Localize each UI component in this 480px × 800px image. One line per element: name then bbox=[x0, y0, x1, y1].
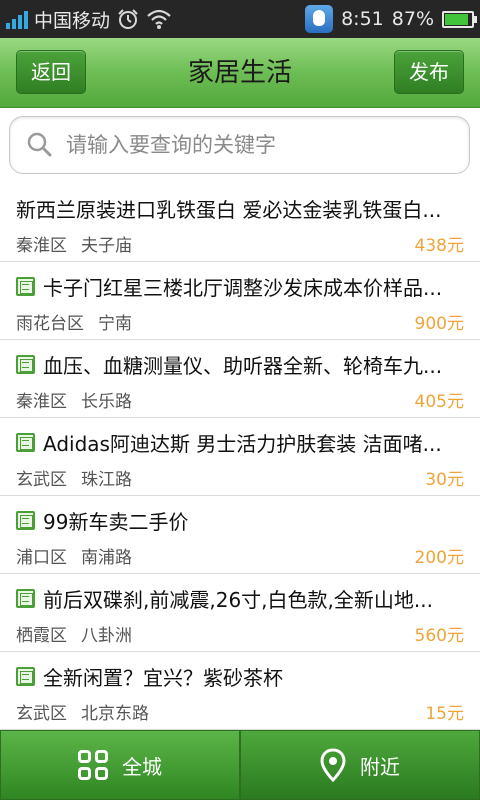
item-title-row: 全新闲置？宜兴？紫砂茶杯 bbox=[16, 662, 468, 690]
search-section bbox=[0, 108, 480, 184]
item-title-row: Adidas阿迪达斯 男士活力护肤套装 洁面啫... bbox=[16, 428, 468, 456]
item-title: 前后双碟刹,前减震,26寸,白色款,全新山地... bbox=[43, 587, 433, 612]
item-title: 全新闲置？宜兴？紫砂茶杯 bbox=[43, 665, 283, 690]
item-location: 浦口区 南浦路 bbox=[16, 543, 132, 568]
tab-all-city-label: 全城 bbox=[122, 754, 162, 779]
item-area: 珠江路 bbox=[81, 470, 132, 490]
battery-fill bbox=[445, 13, 468, 25]
listing-list: 新西兰原装进口乳铁蛋白 爱必达金装乳铁蛋白... 秦淮区 夫子庙 438元 卡子门… bbox=[0, 184, 480, 730]
item-title: Adidas阿迪达斯 男士活力护肤套装 洁面啫... bbox=[43, 431, 442, 456]
item-district: 秦淮区 bbox=[16, 236, 67, 256]
item-location: 栖霞区 八卦洲 bbox=[16, 621, 132, 646]
qq-icon bbox=[305, 5, 334, 33]
item-district: 雨花台区 bbox=[16, 314, 84, 334]
item-title: 新西兰原装进口乳铁蛋白 爱必达金装乳铁蛋白... bbox=[16, 197, 442, 222]
tab-nearby[interactable]: 附近 bbox=[240, 730, 480, 800]
item-price: 560元 bbox=[414, 626, 464, 646]
status-left: 中国移动 bbox=[6, 0, 172, 38]
location-pin-icon bbox=[320, 748, 346, 782]
item-title-row: 新西兰原装进口乳铁蛋白 爱必达金装乳铁蛋白... bbox=[16, 194, 468, 222]
status-right: 8:51 87% bbox=[305, 0, 477, 38]
list-item[interactable]: 新西兰原装进口乳铁蛋白 爱必达金装乳铁蛋白... 秦淮区 夫子庙 438元 bbox=[0, 184, 480, 262]
item-title: 血压、血糖测量仪、助听器全新、轮椅车九... bbox=[43, 353, 443, 378]
item-area: 八卦洲 bbox=[81, 626, 132, 646]
item-price: 15元 bbox=[425, 704, 464, 724]
item-district: 秦淮区 bbox=[16, 392, 67, 412]
bottom-tab-bar: 全城 附近 bbox=[0, 730, 480, 800]
tab-all-city[interactable]: 全城 bbox=[0, 730, 240, 800]
tab-nearby-label: 附近 bbox=[360, 754, 400, 779]
alarm-icon bbox=[118, 9, 138, 29]
image-icon bbox=[16, 510, 35, 530]
list-item[interactable]: 全新闲置？宜兴？紫砂茶杯 玄武区 北京东路 15元 bbox=[0, 652, 480, 730]
item-price: 30元 bbox=[425, 470, 464, 490]
carrier-label: 中国移动 bbox=[34, 9, 111, 32]
item-title-row: 血压、血糖测量仪、助听器全新、轮椅车九... bbox=[16, 350, 468, 378]
item-area: 北京东路 bbox=[81, 704, 149, 724]
item-title-row: 前后双碟刹,前减震,26寸,白色款,全新山地... bbox=[16, 584, 468, 612]
item-price: 200元 bbox=[414, 548, 464, 568]
list-item[interactable]: 前后双碟刹,前减震,26寸,白色款,全新山地... 栖霞区 八卦洲 560元 bbox=[0, 574, 480, 652]
search-box[interactable] bbox=[9, 116, 470, 174]
grid-icon bbox=[78, 750, 108, 780]
item-location: 雨花台区 宁南 bbox=[16, 309, 132, 334]
item-title: 卡子门红星三楼北厅调整沙发床成本价样品... bbox=[43, 275, 443, 300]
item-district: 栖霞区 bbox=[16, 626, 67, 646]
item-location: 秦淮区 长乐路 bbox=[16, 387, 132, 412]
item-title-row: 99新车卖二手价 bbox=[16, 506, 468, 534]
item-title-row: 卡子门红星三楼北厅调整沙发床成本价样品... bbox=[16, 272, 468, 300]
item-district: 玄武区 bbox=[16, 470, 67, 490]
item-area: 南浦路 bbox=[81, 548, 132, 568]
battery-icon bbox=[442, 10, 477, 28]
battery-percent: 87% bbox=[391, 8, 434, 30]
clock: 8:51 bbox=[341, 8, 384, 30]
search-input[interactable] bbox=[66, 125, 461, 165]
list-item[interactable]: 卡子门红星三楼北厅调整沙发床成本价样品... 雨花台区 宁南 900元 bbox=[0, 262, 480, 340]
image-icon bbox=[16, 354, 35, 374]
item-title: 99新车卖二手价 bbox=[43, 509, 189, 534]
wifi-icon bbox=[147, 9, 171, 29]
item-area: 长乐路 bbox=[81, 392, 132, 412]
signal-icon bbox=[6, 9, 28, 29]
image-icon bbox=[16, 666, 35, 686]
search-icon bbox=[27, 132, 52, 157]
back-button[interactable]: 返回 bbox=[16, 50, 86, 94]
item-district: 浦口区 bbox=[16, 548, 67, 568]
item-district: 玄武区 bbox=[16, 704, 67, 724]
item-price: 438元 bbox=[414, 236, 464, 256]
item-location: 玄武区 珠江路 bbox=[16, 465, 132, 490]
image-icon bbox=[16, 432, 35, 452]
publish-button[interactable]: 发布 bbox=[394, 50, 464, 94]
title-bar: 家居生活 返回 发布 bbox=[0, 38, 480, 108]
item-area: 宁南 bbox=[98, 314, 132, 334]
list-item[interactable]: 99新车卖二手价 浦口区 南浦路 200元 bbox=[0, 496, 480, 574]
item-area: 夫子庙 bbox=[81, 236, 132, 256]
item-location: 玄武区 北京东路 bbox=[16, 699, 149, 724]
status-bar: 中国移动 8:51 87% bbox=[0, 0, 480, 38]
image-icon bbox=[16, 276, 35, 296]
item-price: 405元 bbox=[414, 392, 464, 412]
list-item[interactable]: 血压、血糖测量仪、助听器全新、轮椅车九... 秦淮区 长乐路 405元 bbox=[0, 340, 480, 418]
image-icon bbox=[16, 588, 35, 608]
item-location: 秦淮区 夫子庙 bbox=[16, 231, 132, 256]
item-price: 900元 bbox=[414, 314, 464, 334]
list-item[interactable]: Adidas阿迪达斯 男士活力护肤套装 洁面啫... 玄武区 珠江路 30元 bbox=[0, 418, 480, 496]
